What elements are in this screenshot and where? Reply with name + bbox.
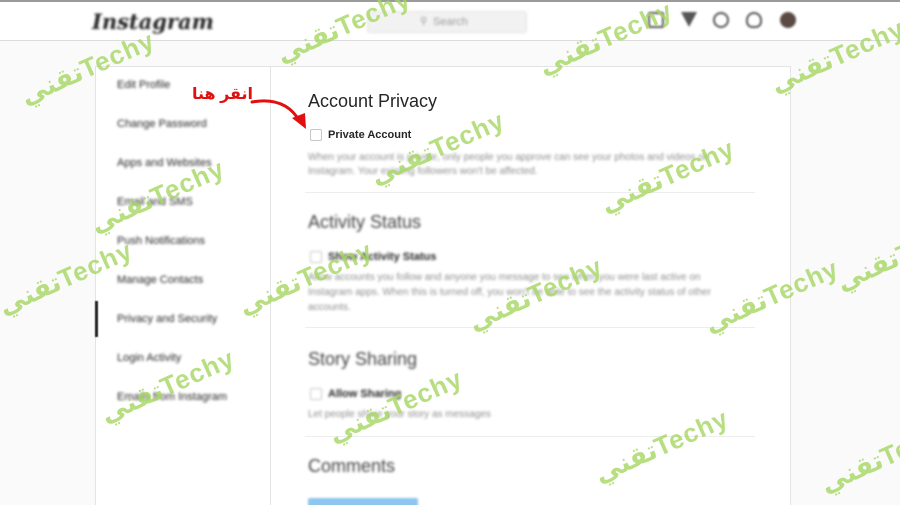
- sidebar-item-edit-profile[interactable]: Edit Profile: [117, 79, 170, 91]
- private-account-label[interactable]: Private Account: [328, 129, 411, 141]
- explore-icon[interactable]: [713, 12, 729, 28]
- watermark-logo: تقنيTechy: [815, 412, 900, 499]
- section-divider: [305, 436, 755, 437]
- instagram-logo[interactable]: Instagram: [92, 9, 214, 34]
- comments-title: Comments: [308, 456, 396, 476]
- activity-status-checkbox[interactable]: [310, 251, 322, 263]
- account-privacy-description-line1: When your account is private, only peopl…: [308, 152, 710, 163]
- activity-icon[interactable]: [746, 12, 762, 28]
- sidebar-item-email-sms[interactable]: Email and SMS: [117, 196, 193, 208]
- watermark-logo: تقنيTechy: [831, 210, 900, 297]
- activity-status-title: Activity Status: [308, 212, 422, 232]
- section-divider: [305, 327, 755, 328]
- activity-status-description-line1: Allow accounts you follow and anyone you…: [308, 272, 701, 283]
- account-privacy-description-line2: Instagram. Your existing followers won't…: [308, 166, 538, 177]
- red-arrow-icon: [250, 99, 306, 129]
- search-placeholder: Search: [433, 16, 468, 28]
- sidebar-item-manage-contacts[interactable]: Manage Contacts: [117, 274, 203, 286]
- story-sharing-description: Let people share your story as messages: [308, 409, 491, 420]
- sidebar-item-push-notifications[interactable]: Push Notifications: [117, 235, 205, 247]
- story-sharing-label[interactable]: Allow Sharing: [328, 388, 401, 400]
- section-divider: [305, 192, 755, 193]
- account-privacy-title: Account Privacy: [308, 91, 438, 111]
- search-input[interactable]: ⚲ Search: [367, 11, 527, 33]
- click-here-annotation: انقر هنا: [192, 86, 254, 103]
- story-sharing-title: Story Sharing: [308, 349, 418, 369]
- activity-status-description-line3: accounts.: [308, 302, 351, 313]
- activity-status-description-line2: Instagram apps. When this is turned off,…: [308, 287, 712, 298]
- browser-edge-line: [0, 0, 900, 2]
- activity-status-label[interactable]: Show Activity Status: [328, 251, 436, 263]
- comments-controls-button[interactable]: [308, 498, 418, 505]
- story-sharing-checkbox[interactable]: [310, 388, 322, 400]
- avatar[interactable]: [780, 12, 796, 28]
- home-icon[interactable]: [648, 12, 664, 28]
- search-icon: ⚲: [420, 16, 428, 27]
- sidebar-item-apps-websites[interactable]: Apps and Websites: [117, 157, 212, 169]
- top-navigation-bar: Instagram ⚲ Search: [0, 0, 900, 41]
- sidebar-item-privacy-security[interactable]: Privacy and Security: [117, 313, 217, 325]
- sidebar-active-indicator: [95, 301, 98, 337]
- direct-icon[interactable]: [681, 12, 697, 27]
- sidebar-item-emails-from-instagram[interactable]: Emails from Instagram: [117, 391, 227, 403]
- settings-sidebar: Edit Profile Change Password Apps and We…: [95, 66, 271, 505]
- sidebar-item-login-activity[interactable]: Login Activity: [117, 352, 181, 364]
- sidebar-item-change-password[interactable]: Change Password: [117, 118, 207, 130]
